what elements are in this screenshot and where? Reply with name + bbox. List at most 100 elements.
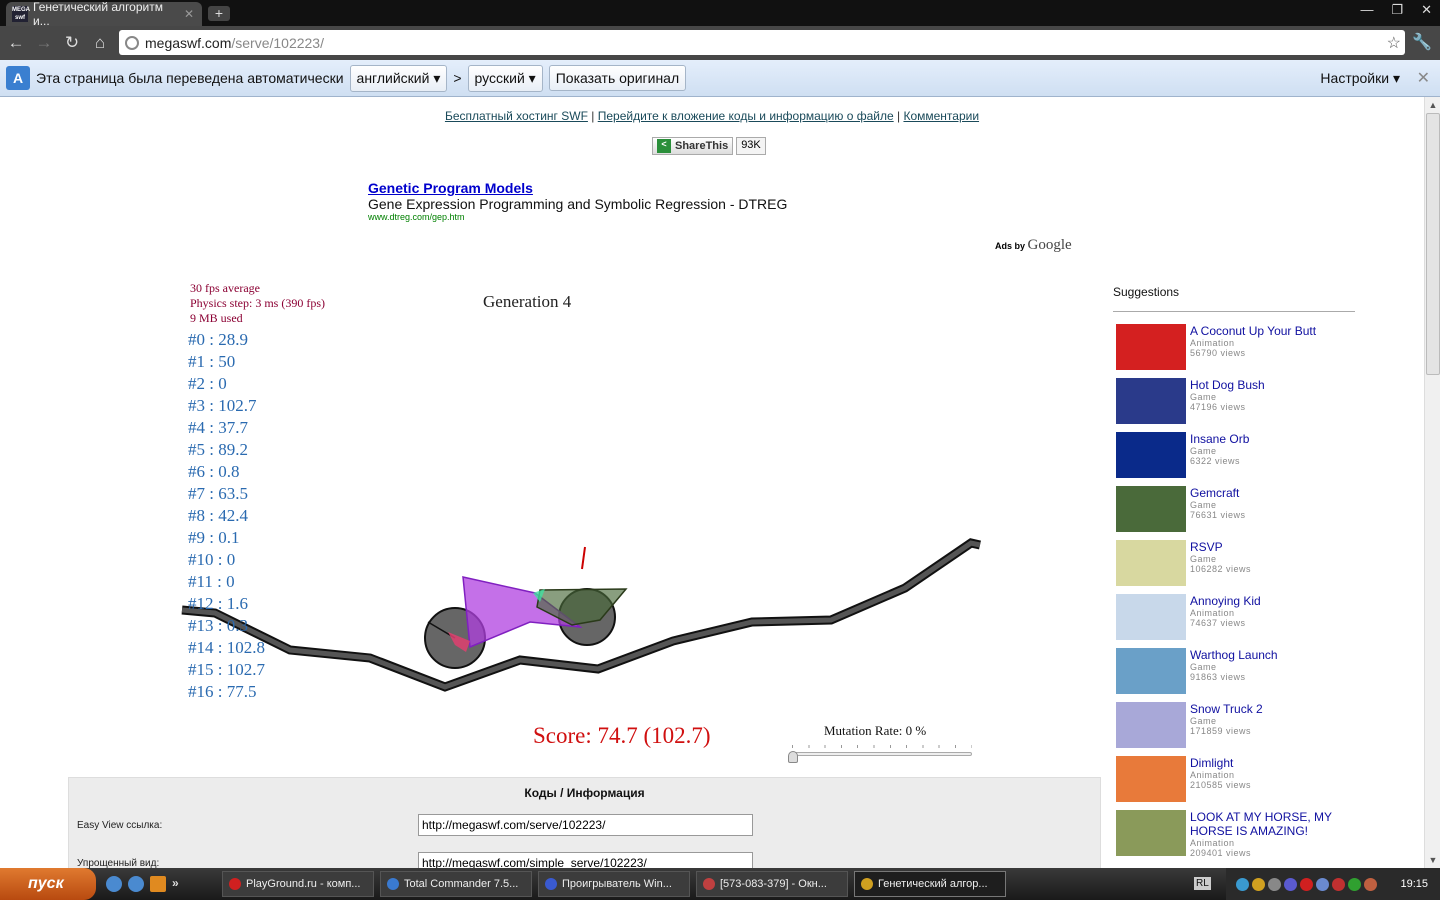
tray-icon[interactable] [1316,877,1329,891]
game-canvas[interactable] [0,97,1100,797]
score-entry: #12 : 1.6 [188,594,248,613]
from-language-select[interactable]: английский ▾ [349,64,448,92]
tray-icon[interactable] [1268,877,1281,891]
media-icon[interactable] [150,876,166,892]
score-label: Score: 74.7 (102.7) [533,723,711,748]
suggestion-thumbnail[interactable] [1116,648,1186,694]
show-original-button[interactable]: Показать оригинал [548,65,687,91]
suggestion-thumbnail[interactable] [1116,756,1186,802]
translate-message: Эта страница была переведена автоматичес… [36,70,344,86]
score-entry: #1 : 50 [188,352,236,371]
task-app-icon [703,878,715,890]
suggestion-title[interactable]: A Coconut Up Your Butt [1190,324,1316,338]
suggestion-thumbnail[interactable] [1116,594,1186,640]
task-app-icon [387,878,399,890]
scroll-down-icon[interactable]: ▼ [1425,852,1440,868]
browser-tab[interactable]: MEGA swf Генетический алгоритм и... ✕ [6,0,202,28]
suggestion-title[interactable]: Dimlight [1190,756,1251,770]
browser-icon[interactable] [128,876,144,892]
vertical-scrollbar[interactable]: ▲ ▼ [1424,97,1440,868]
suggestion-item[interactable]: A Coconut Up Your Butt Animation 56790 vie… [1113,320,1355,374]
close-translate-icon[interactable]: ✕ [1417,68,1430,88]
taskbar-task[interactable]: Генетический алгор... [854,871,1006,897]
suggestion-title[interactable]: Insane Orb [1190,432,1249,446]
suggestion-title[interactable]: Snow Truck 2 [1190,702,1263,716]
home-icon[interactable]: ⌂ [90,33,110,53]
tray-icon[interactable] [1300,877,1313,891]
mutation-rate-slider[interactable] [788,745,972,765]
suggestion-item[interactable]: Snow Truck 2 Game 171859 views [1113,698,1355,752]
taskbar: пуск » PlayGround.ru - комп... Total Comm… [0,868,1440,900]
suggestion-title[interactable]: Hot Dog Bush [1190,378,1265,392]
suggestion-item[interactable]: Insane Orb Game 6322 views [1113,428,1355,482]
close-window-icon[interactable]: ✕ [1421,2,1432,18]
slider-knob[interactable] [788,751,798,763]
new-tab-button[interactable]: + [208,6,230,21]
tray-icon[interactable] [1364,877,1377,891]
more-icon[interactable]: » [172,876,179,892]
easy-view-label: Easy View ссылка: [77,820,163,831]
suggestion-thumbnail[interactable] [1116,540,1186,586]
close-tab-icon[interactable]: ✕ [184,7,194,21]
translate-settings-button[interactable]: Настройки ▾ [1320,70,1400,87]
suggestion-item[interactable]: Warthog Launch Game 91863 views [1113,644,1355,698]
taskbar-task[interactable]: [573-083-379] - Окн... [696,871,848,897]
task-app-icon [545,878,557,890]
suggestion-item[interactable]: RSVP Game 106282 views [1113,536,1355,590]
ie-icon[interactable] [106,876,122,892]
suggestion-views: 6322 views [1190,456,1241,466]
suggestion-title[interactable]: Warthog Launch [1190,648,1278,662]
task-app-icon [229,878,241,890]
suggestion-title[interactable]: Annoying Kid [1190,594,1261,608]
suggestion-views: 106282 views [1190,564,1252,574]
suggestion-thumbnail[interactable] [1116,324,1186,370]
taskbar-task[interactable]: Total Commander 7.5... [380,871,532,897]
suggestion-item[interactable]: Annoying Kid Animation 74637 views [1113,590,1355,644]
tray-icon[interactable] [1284,877,1297,891]
suggestion-item[interactable]: LOOK AT MY HORSE, MY HORSE IS AMAZING! An… [1113,806,1355,860]
memory-stat: 9 MB used [190,311,243,325]
suggestion-item[interactable]: Dimlight Animation 210585 views [1113,752,1355,806]
restore-icon[interactable]: ❐ [1391,2,1403,18]
slider-track [790,752,972,756]
wrench-icon[interactable]: 🔧 [1412,32,1432,52]
simple-view-input[interactable] [418,852,753,868]
suggestion-item[interactable]: Hot Dog Bush Game 47196 views [1113,374,1355,428]
to-language-select[interactable]: русский ▾ [467,64,543,92]
suggestion-category: Game [1190,662,1217,672]
back-icon[interactable]: ← [6,33,26,53]
suggestion-thumbnail[interactable] [1116,486,1186,532]
forward-icon[interactable]: → [34,33,54,53]
suggestion-thumbnail[interactable] [1116,702,1186,748]
scroll-up-icon[interactable]: ▲ [1425,97,1440,113]
physics-stat: Physics step: 3 ms (390 fps) [190,296,325,310]
taskbar-task[interactable]: PlayGround.ru - комп... [222,871,374,897]
suggestion-title[interactable]: Gemcraft [1190,486,1246,500]
suggestion-thumbnail[interactable] [1116,378,1186,424]
suggestion-thumbnail[interactable] [1116,810,1186,856]
suggestion-category: Game [1190,500,1217,510]
suggestion-title[interactable]: RSVP [1190,540,1251,554]
minimize-icon[interactable]: — [1360,2,1373,18]
from-language: английский [356,69,430,86]
suggestion-title[interactable]: LOOK AT MY HORSE, MY HORSE IS AMAZING! [1190,810,1355,838]
bookmark-star-icon[interactable]: ☆ [1387,33,1401,53]
suggestion-views: 74637 views [1190,618,1246,628]
score-entry: #11 : 0 [188,572,235,591]
taskbar-task[interactable]: Проигрыватель Win... [538,871,690,897]
language-indicator[interactable]: RL [1194,877,1211,890]
tray-icon[interactable] [1252,877,1265,891]
start-button[interactable]: пуск [0,868,96,900]
address-bar[interactable]: megaswf.com/serve/102223/ ☆ [119,30,1405,55]
tray-icon[interactable] [1348,877,1361,891]
scroll-thumb[interactable] [1426,113,1440,375]
settings-label: Настройки [1320,70,1390,86]
tray-icon[interactable] [1332,877,1345,891]
easy-view-input[interactable] [418,814,753,836]
tray-icon[interactable] [1236,877,1249,891]
suggestion-item[interactable]: Gemcraft Game 76631 views [1113,482,1355,536]
suggestion-views: 56790 views [1190,348,1246,358]
reload-icon[interactable]: ↻ [62,33,82,53]
suggestion-thumbnail[interactable] [1116,432,1186,478]
suggestion-views: 171859 views [1190,726,1252,736]
